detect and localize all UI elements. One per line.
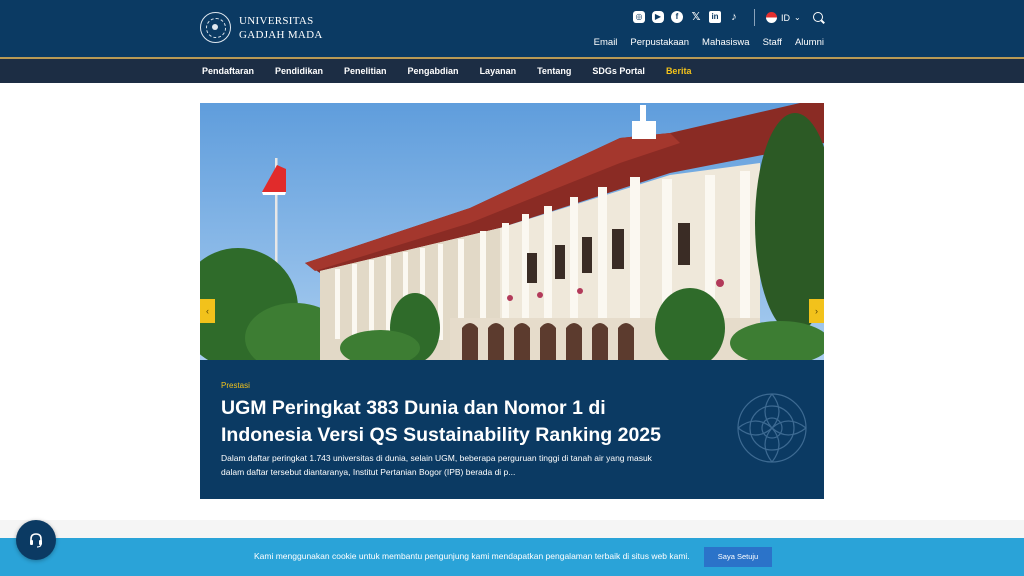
cookie-message: Kami menggunakan cookie untuk membantu p… bbox=[254, 551, 690, 561]
indonesia-flag-icon bbox=[766, 12, 777, 23]
article-category[interactable]: Prestasi bbox=[221, 381, 250, 390]
youtube-icon[interactable]: ▶ bbox=[652, 11, 664, 23]
nav-item-berita[interactable]: Berita bbox=[666, 66, 692, 76]
x-icon[interactable]: 𝕏 bbox=[690, 11, 702, 23]
language-selector[interactable]: ID ⌄ bbox=[766, 12, 801, 23]
headset-icon bbox=[30, 533, 42, 548]
cookie-accept-button[interactable]: Saya Setuju bbox=[704, 547, 772, 567]
header-divider bbox=[754, 9, 755, 26]
nav-item-penelitian[interactable]: Penelitian bbox=[344, 66, 387, 76]
article-title[interactable]: UGM Peringkat 383 Dunia dan Nomor 1 di I… bbox=[221, 395, 701, 449]
logo-line-2: GADJAH MADA bbox=[239, 28, 323, 41]
social-links: ◎ ▶ f 𝕏 in ♪ bbox=[633, 11, 740, 23]
chevron-down-icon: ⌄ bbox=[794, 13, 801, 22]
tiktok-icon[interactable]: ♪ bbox=[728, 11, 740, 23]
instagram-icon[interactable]: ◎ bbox=[633, 11, 645, 23]
carousel-next-button[interactable]: › bbox=[809, 299, 824, 323]
logo-line-1: UNIVERSITAS bbox=[239, 14, 314, 27]
ugm-watermark-icon bbox=[737, 393, 807, 463]
nav-item-tentang[interactable]: Tentang bbox=[537, 66, 571, 76]
hero-caption: Prestasi UGM Peringkat 383 Dunia dan Nom… bbox=[200, 360, 824, 499]
util-link-mahasiswa[interactable]: Mahasiswa bbox=[702, 37, 750, 48]
nav-item-layanan[interactable]: Layanan bbox=[480, 66, 517, 76]
util-link-email[interactable]: Email bbox=[594, 37, 618, 48]
search-icon[interactable] bbox=[813, 12, 823, 22]
help-chat-button[interactable] bbox=[16, 520, 56, 560]
logo-text: UNIVERSITAS GADJAH MADA bbox=[239, 14, 323, 42]
nav-item-pendaftaran[interactable]: Pendaftaran bbox=[202, 66, 254, 76]
nav-item-pendidikan[interactable]: Pendidikan bbox=[275, 66, 323, 76]
util-link-perpustakaan[interactable]: Perpustakaan bbox=[630, 37, 689, 48]
ugm-seal-icon bbox=[200, 12, 231, 43]
nav-item-pengabdian[interactable]: Pengabdian bbox=[408, 66, 459, 76]
top-header: UNIVERSITAS GADJAH MADA ◎ ▶ f 𝕏 in ♪ ID … bbox=[0, 0, 1024, 57]
main-navigation: Pendaftaran Pendidikan Penelitian Pengab… bbox=[0, 59, 1024, 83]
hero-image[interactable] bbox=[200, 103, 824, 360]
language-code: ID bbox=[781, 12, 790, 23]
util-link-staff[interactable]: Staff bbox=[763, 37, 782, 48]
section-divider bbox=[0, 520, 1024, 538]
ugm-logo[interactable]: UNIVERSITAS GADJAH MADA bbox=[200, 12, 323, 43]
linkedin-icon[interactable]: in bbox=[709, 11, 721, 23]
article-excerpt: Dalam daftar peringkat 1.743 universitas… bbox=[221, 453, 652, 477]
utility-links: Email Perpustakaan Mahasiswa Staff Alumn… bbox=[594, 37, 824, 48]
util-link-alumni[interactable]: Alumni bbox=[795, 37, 824, 48]
nav-item-sdgs-portal[interactable]: SDGs Portal bbox=[592, 66, 645, 76]
carousel-prev-button[interactable]: ‹ bbox=[200, 299, 215, 323]
cookie-banner: Kami menggunakan cookie untuk membantu p… bbox=[0, 538, 1024, 576]
ugm-building-photo bbox=[200, 103, 824, 360]
facebook-icon[interactable]: f bbox=[671, 11, 683, 23]
